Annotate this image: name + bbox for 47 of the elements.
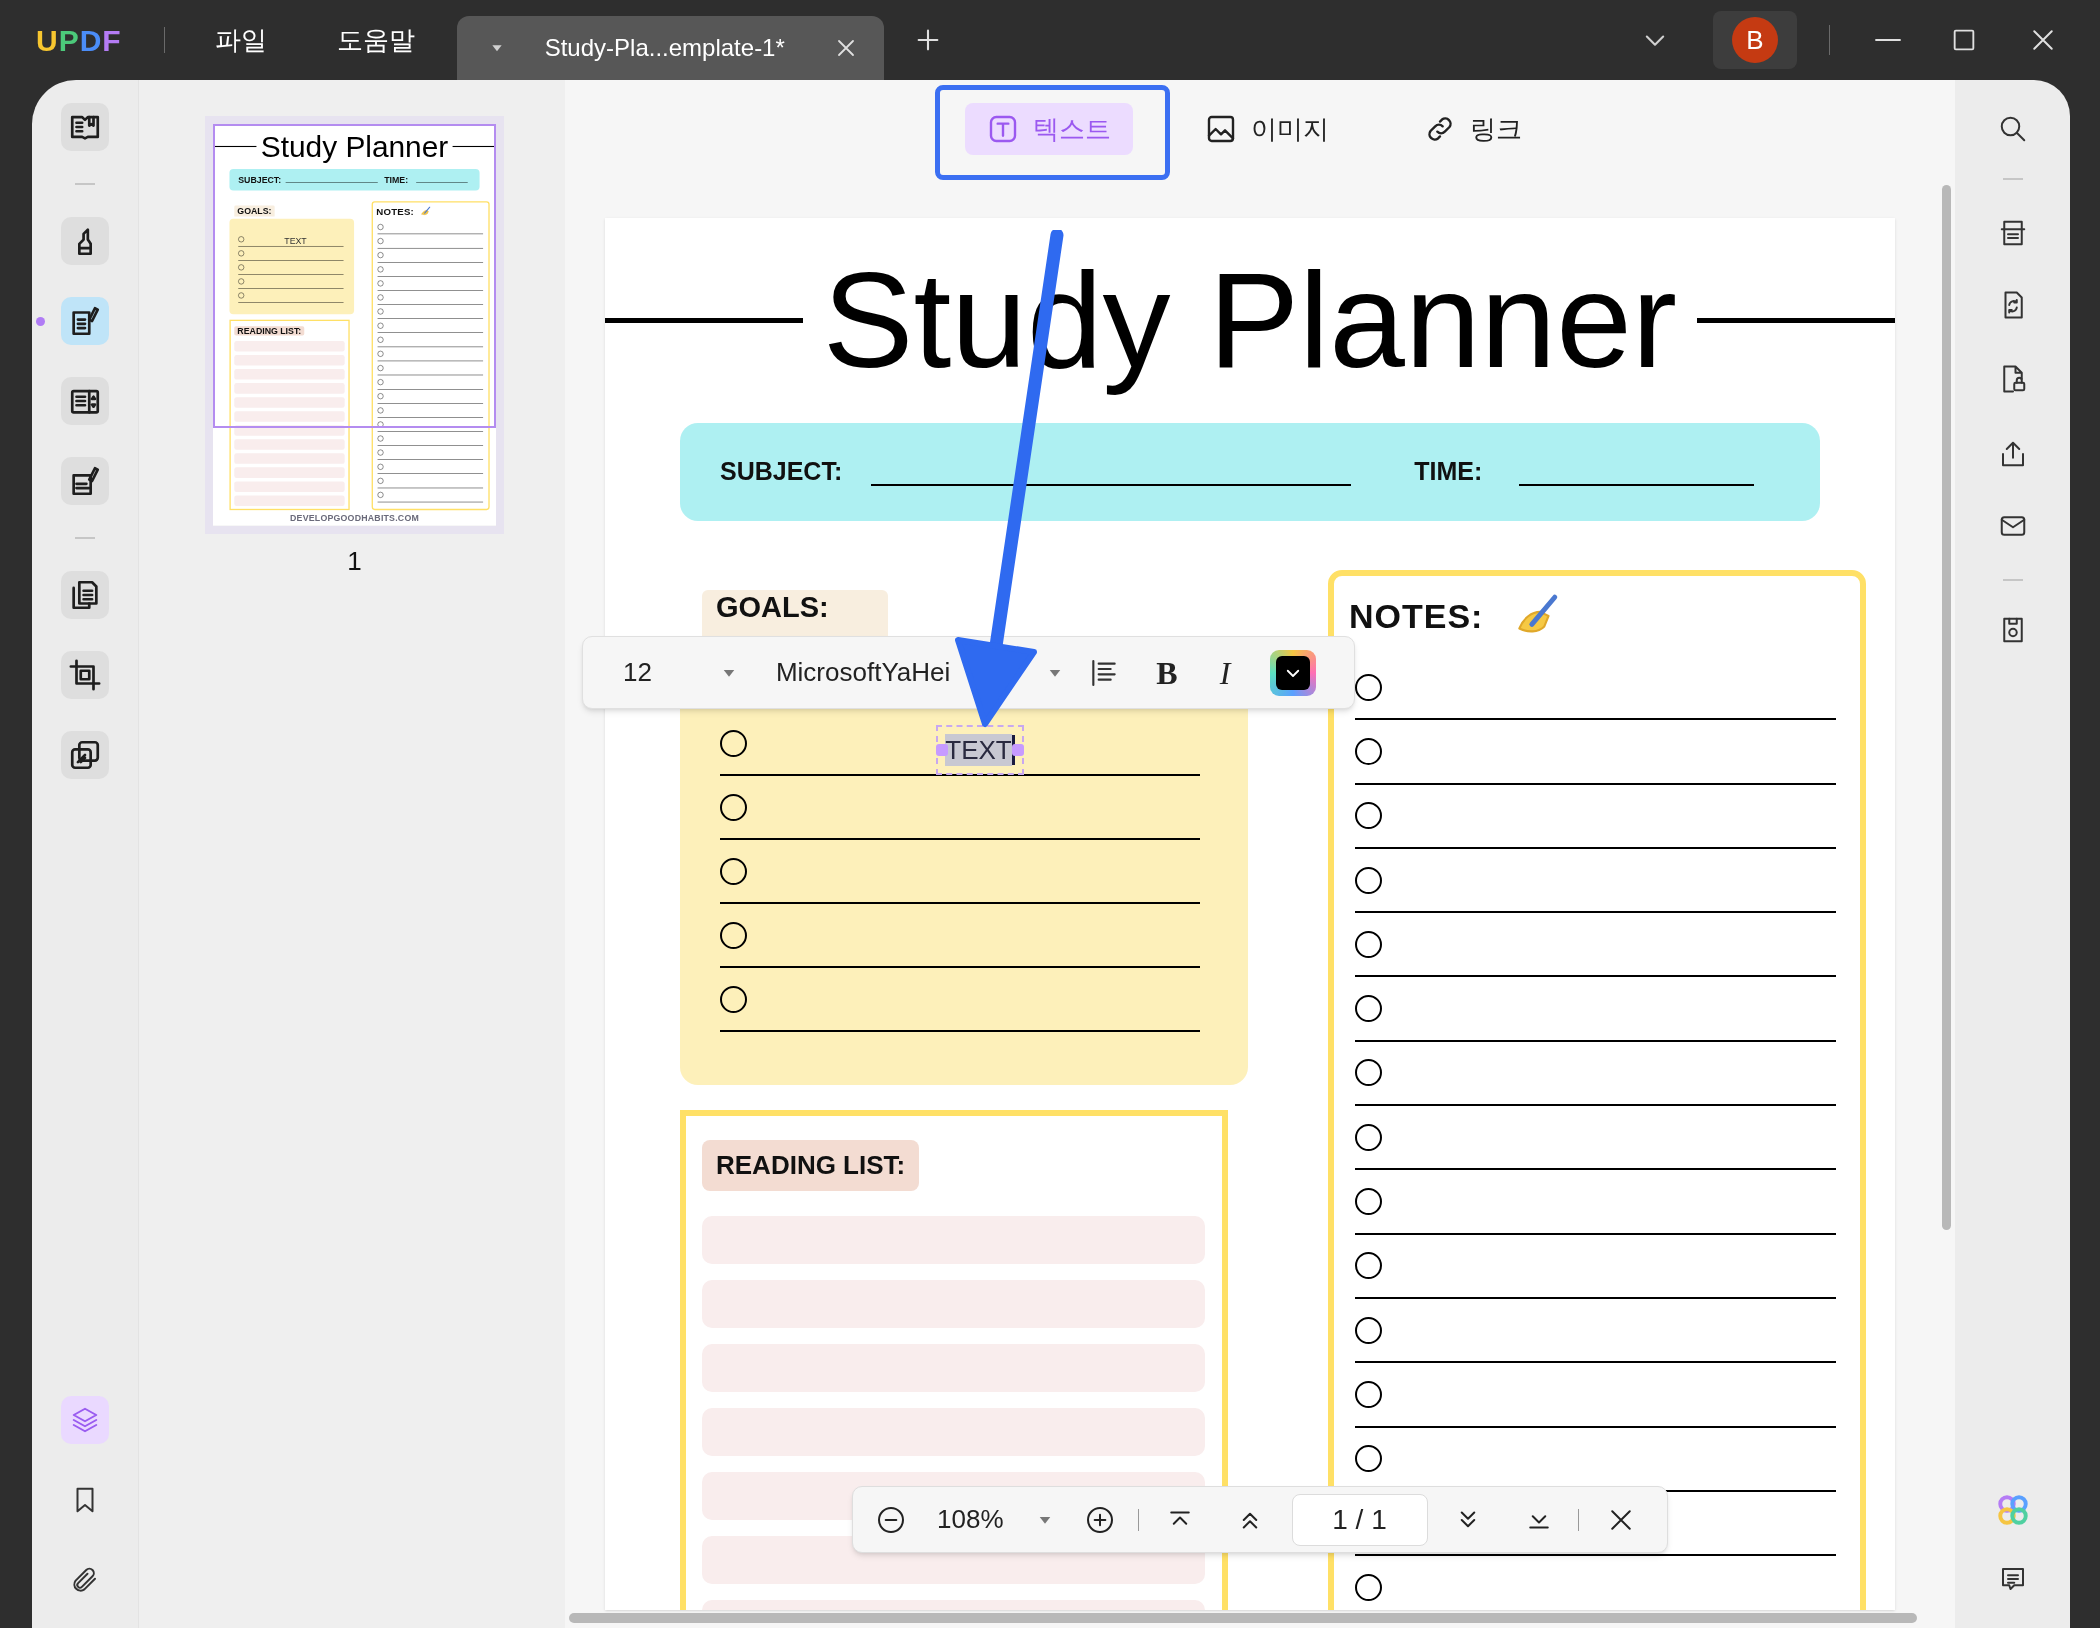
field-label: TIME: (1414, 456, 1483, 488)
app-logo: UPDF (36, 22, 122, 59)
horizontal-scrollbar[interactable] (569, 1613, 1917, 1623)
page-number: 1 (347, 545, 362, 578)
zoom-level[interactable]: 108% (937, 1500, 1004, 1539)
bold-button[interactable]: B (1156, 648, 1178, 697)
page-title: Study Planner (259, 128, 450, 165)
font-size-select[interactable]: 12 (623, 653, 652, 692)
tool-button[interactable] (61, 103, 109, 151)
color-picker-button[interactable] (1270, 649, 1317, 696)
italic-button[interactable]: I (1219, 648, 1231, 697)
menu-item[interactable]: 도움말 (336, 20, 415, 60)
crop-icon[interactable] (68, 658, 102, 692)
page-number-field[interactable]: 1 / 1 (1291, 1493, 1428, 1546)
text-content[interactable]: TEXT (945, 734, 1012, 766)
page-footer: DEVELOPGOODHABITS.COM (290, 513, 419, 523)
page-thumbnail[interactable]: Study Planner SUBJECT: TIME: GOALS: TEXT READING LIST: NOTES: DEVELOPGOODHABITS.COM (213, 124, 496, 526)
copy-icon[interactable] (68, 738, 102, 772)
account-button[interactable]: B (1713, 11, 1797, 69)
tool-button[interactable] (61, 571, 109, 619)
document-tab[interactable]: Study-Pla...emplate-1* (456, 16, 884, 80)
edit-mode-tab[interactable]: 링크 (1424, 103, 1522, 155)
tool-button[interactable] (61, 731, 109, 779)
font-family-select[interactable]: MicrosoftYaHei (775, 653, 951, 692)
field-label: TIME: (384, 173, 409, 187)
reading-list-label: READING LIST: (702, 1140, 920, 1191)
tool-button[interactable] (61, 217, 109, 265)
vertical-scrollbar[interactable] (1942, 185, 1951, 1230)
text-box[interactable]: TEXT (936, 725, 1024, 775)
image-icon[interactable] (1205, 113, 1237, 145)
tool-button[interactable] (61, 651, 109, 699)
edit-mode-tab[interactable]: 이미지 (1205, 103, 1329, 155)
field-label: SUBJECT: (720, 456, 843, 488)
user-avatar: B (1732, 17, 1778, 63)
notes-label: NOTES: (1349, 595, 1484, 637)
goal-text: TEXT (284, 234, 307, 248)
text-box-icon[interactable] (987, 113, 1019, 145)
tool-button[interactable] (61, 377, 109, 425)
reading-list-label: READING LIST: (234, 326, 305, 336)
layers-icon[interactable] (70, 1405, 100, 1435)
resize-handle[interactable] (1012, 744, 1024, 756)
goals-label: GOALS: (234, 205, 275, 217)
menu-item[interactable]: 파일 (214, 20, 267, 60)
notes-label: NOTES: (376, 204, 414, 219)
tool-button[interactable] (61, 457, 109, 505)
field-label: SUBJECT: (238, 173, 282, 187)
tab-title: Study-Pla...emplate-1* (544, 33, 785, 63)
